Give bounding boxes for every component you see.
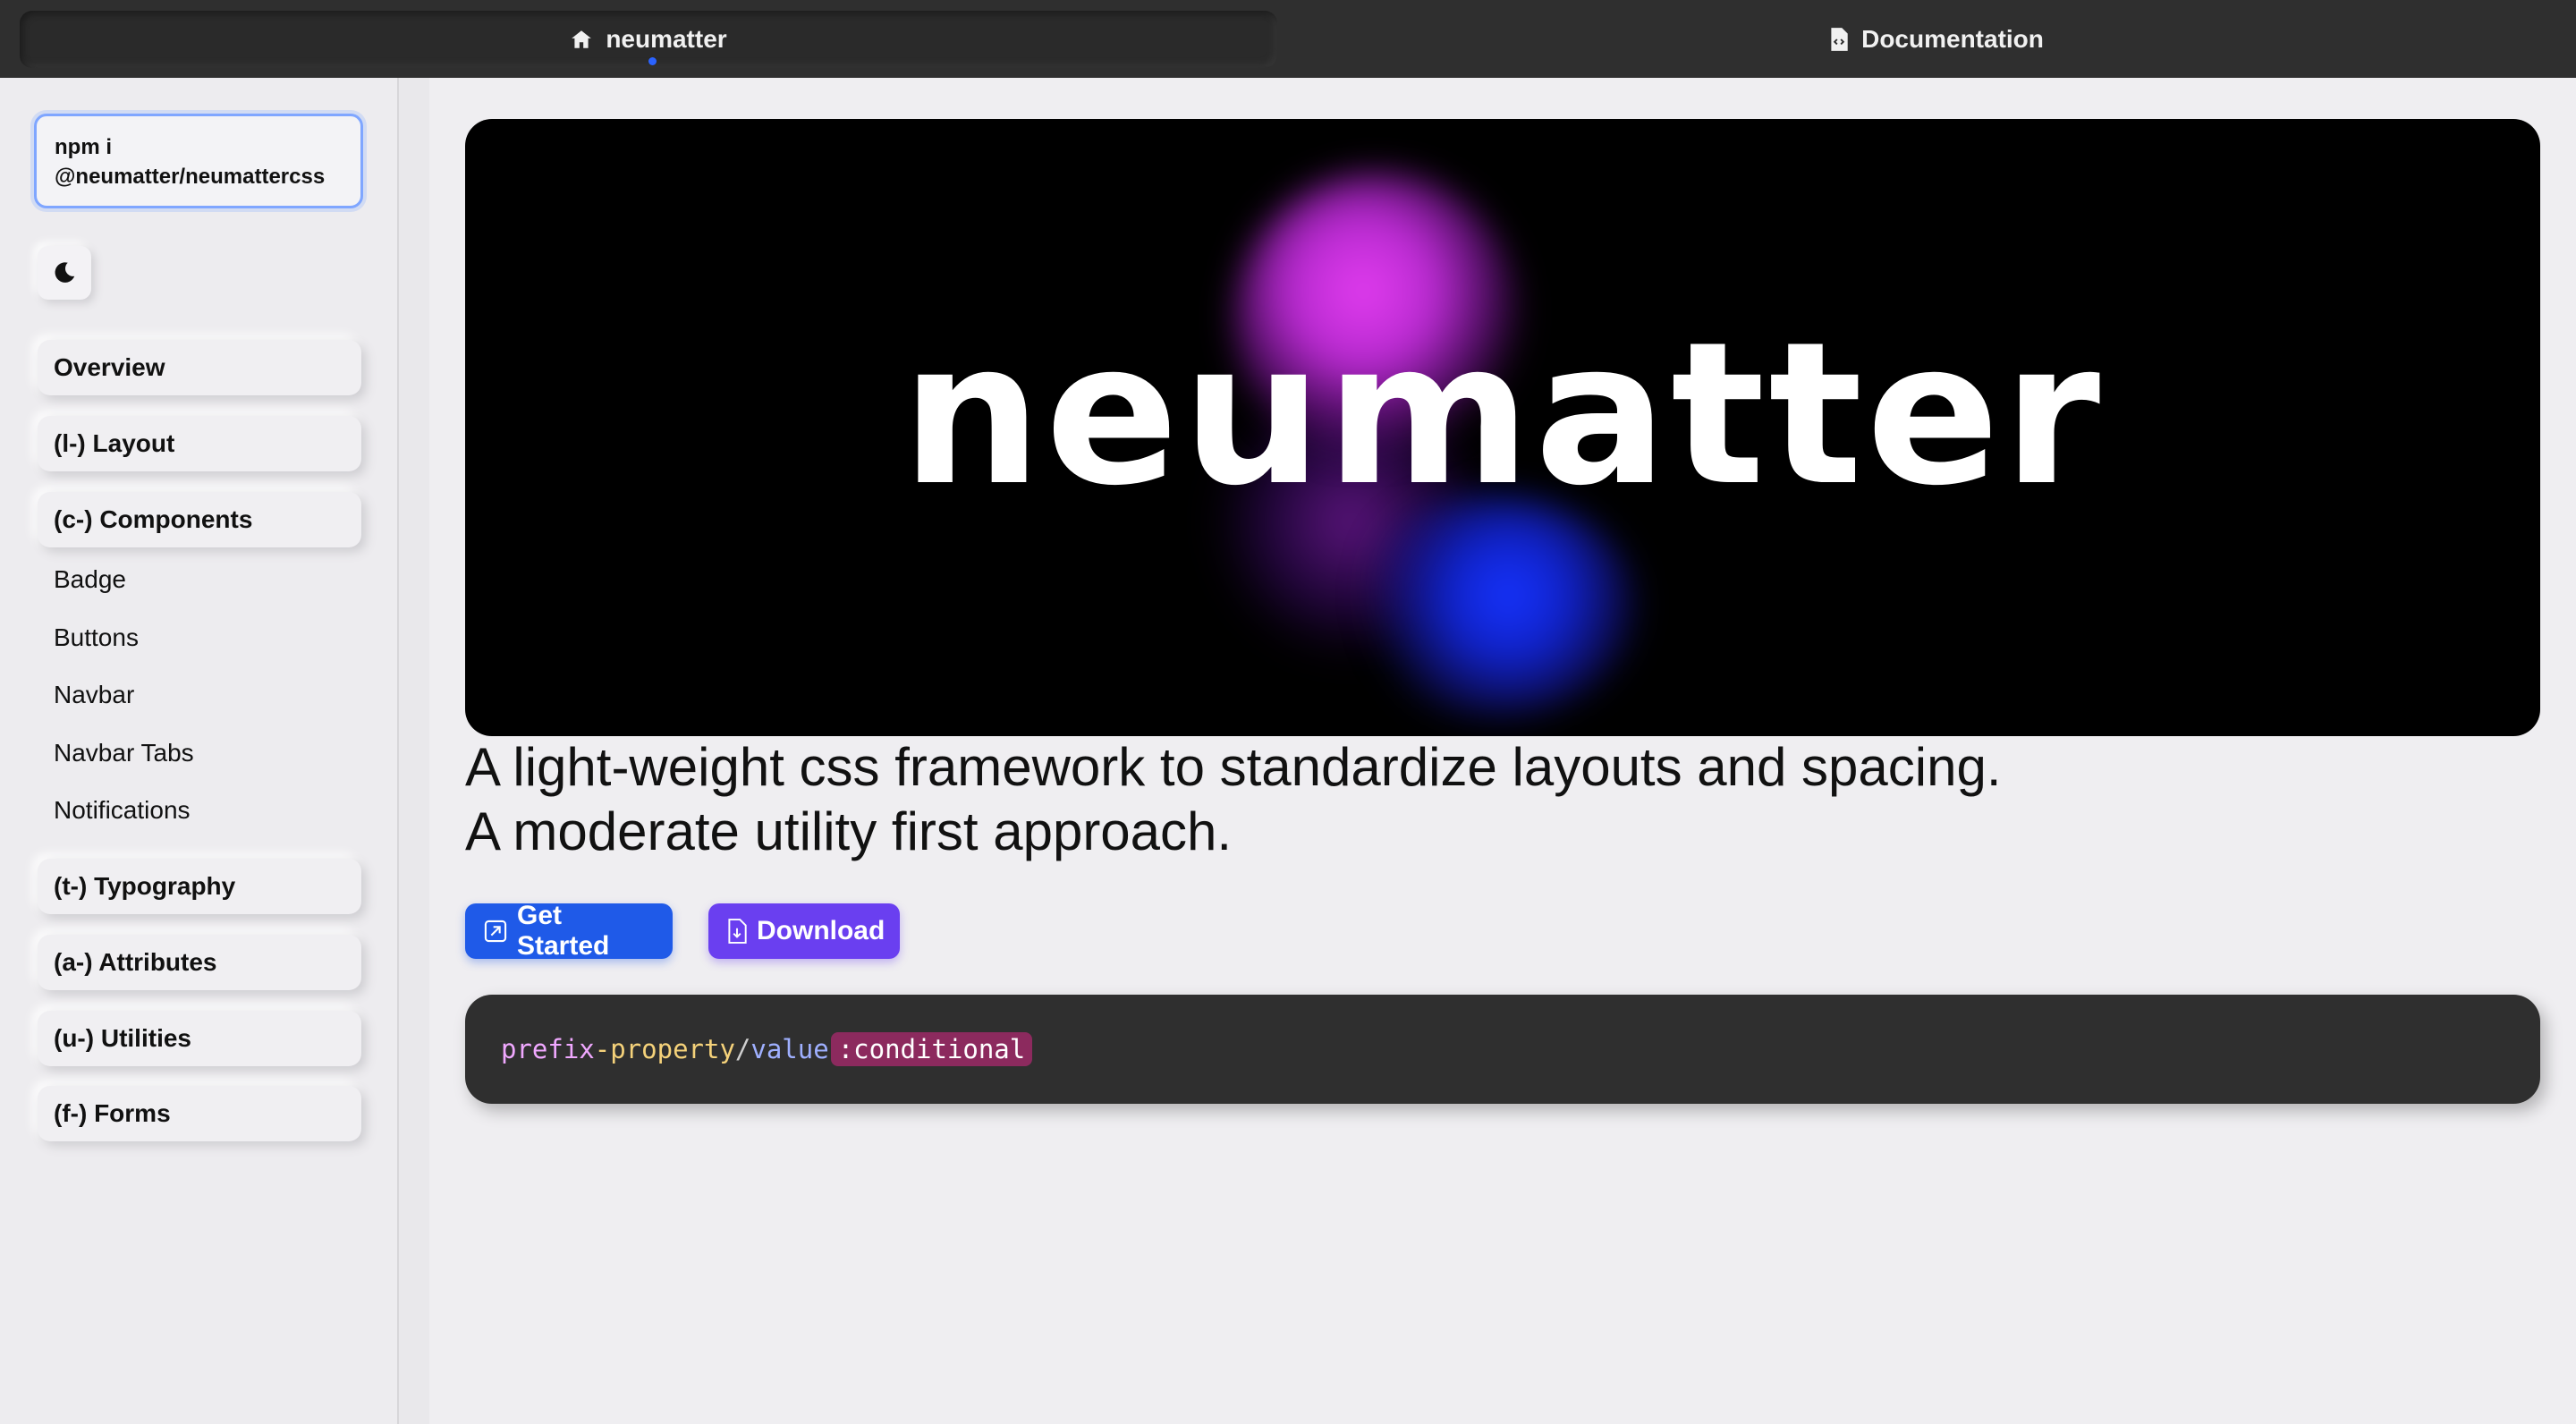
active-tab-indicator [648, 57, 657, 65]
install-command-field[interactable]: npm i @neumatter/neumattercss [34, 114, 363, 208]
sidebar-item-utilities[interactable]: (u-) Utilities [38, 1011, 361, 1066]
sidebar-subitem-navbar[interactable]: Navbar [54, 681, 134, 709]
sidebar: npm i @neumatter/neumattercss Overview (… [0, 78, 399, 1424]
file-download-icon [726, 919, 748, 944]
sidebar-subitem-buttons[interactable]: Buttons [54, 623, 139, 652]
code-dash: - [594, 1034, 611, 1064]
hero-banner: neumatter [465, 119, 2540, 736]
sidebar-item-overview[interactable]: Overview [38, 340, 361, 395]
sidebar-subitem-navbar-tabs[interactable]: Navbar Tabs [54, 739, 194, 767]
document-code-icon [1829, 27, 1849, 52]
tab-documentation[interactable]: Documentation [1297, 0, 2576, 78]
sidebar-item-typography[interactable]: (t-) Typography [38, 859, 361, 914]
hero-logo-text: neumatter [901, 300, 2105, 529]
sidebar-item-attributes[interactable]: (a-) Attributes [38, 935, 361, 990]
sidebar-item-forms[interactable]: (f-) Forms [38, 1086, 361, 1141]
tagline: A light-weight css framework to standard… [465, 735, 2522, 864]
syntax-code-block: prefix - property / value:conditional [465, 995, 2540, 1104]
external-link-icon [483, 919, 508, 944]
sidebar-item-layout[interactable]: (l-) Layout [38, 416, 361, 471]
tab-documentation-label: Documentation [1861, 24, 2044, 53]
code-conditional: :conditional [830, 1032, 1033, 1066]
sidebar-subitem-notifications[interactable]: Notifications [54, 796, 191, 825]
tab-home[interactable]: neumatter [0, 0, 1297, 78]
top-navbar: neumatter Documentation [0, 0, 2576, 78]
get-started-label: Get Started [517, 901, 610, 961]
moon-icon [51, 259, 78, 286]
download-label: Download [757, 916, 886, 945]
content-gutter [399, 78, 429, 1424]
tagline-line-2: A moderate utility first approach. [465, 801, 1233, 861]
download-button[interactable]: Download [708, 903, 900, 959]
sidebar-item-components[interactable]: (c-) Components [38, 492, 361, 547]
tagline-line-1: A light-weight css framework to standard… [465, 737, 2002, 797]
code-slash: / [734, 1034, 751, 1064]
sidebar-subitem-badge[interactable]: Badge [54, 565, 126, 594]
get-started-button[interactable]: Get Started [465, 901, 673, 961]
tab-home-label: neumatter [606, 24, 727, 53]
code-prefix: prefix [501, 1034, 595, 1064]
home-icon [570, 28, 593, 51]
code-value: value [750, 1034, 829, 1064]
code-property: property [610, 1034, 735, 1064]
theme-toggle-button[interactable] [38, 246, 91, 300]
